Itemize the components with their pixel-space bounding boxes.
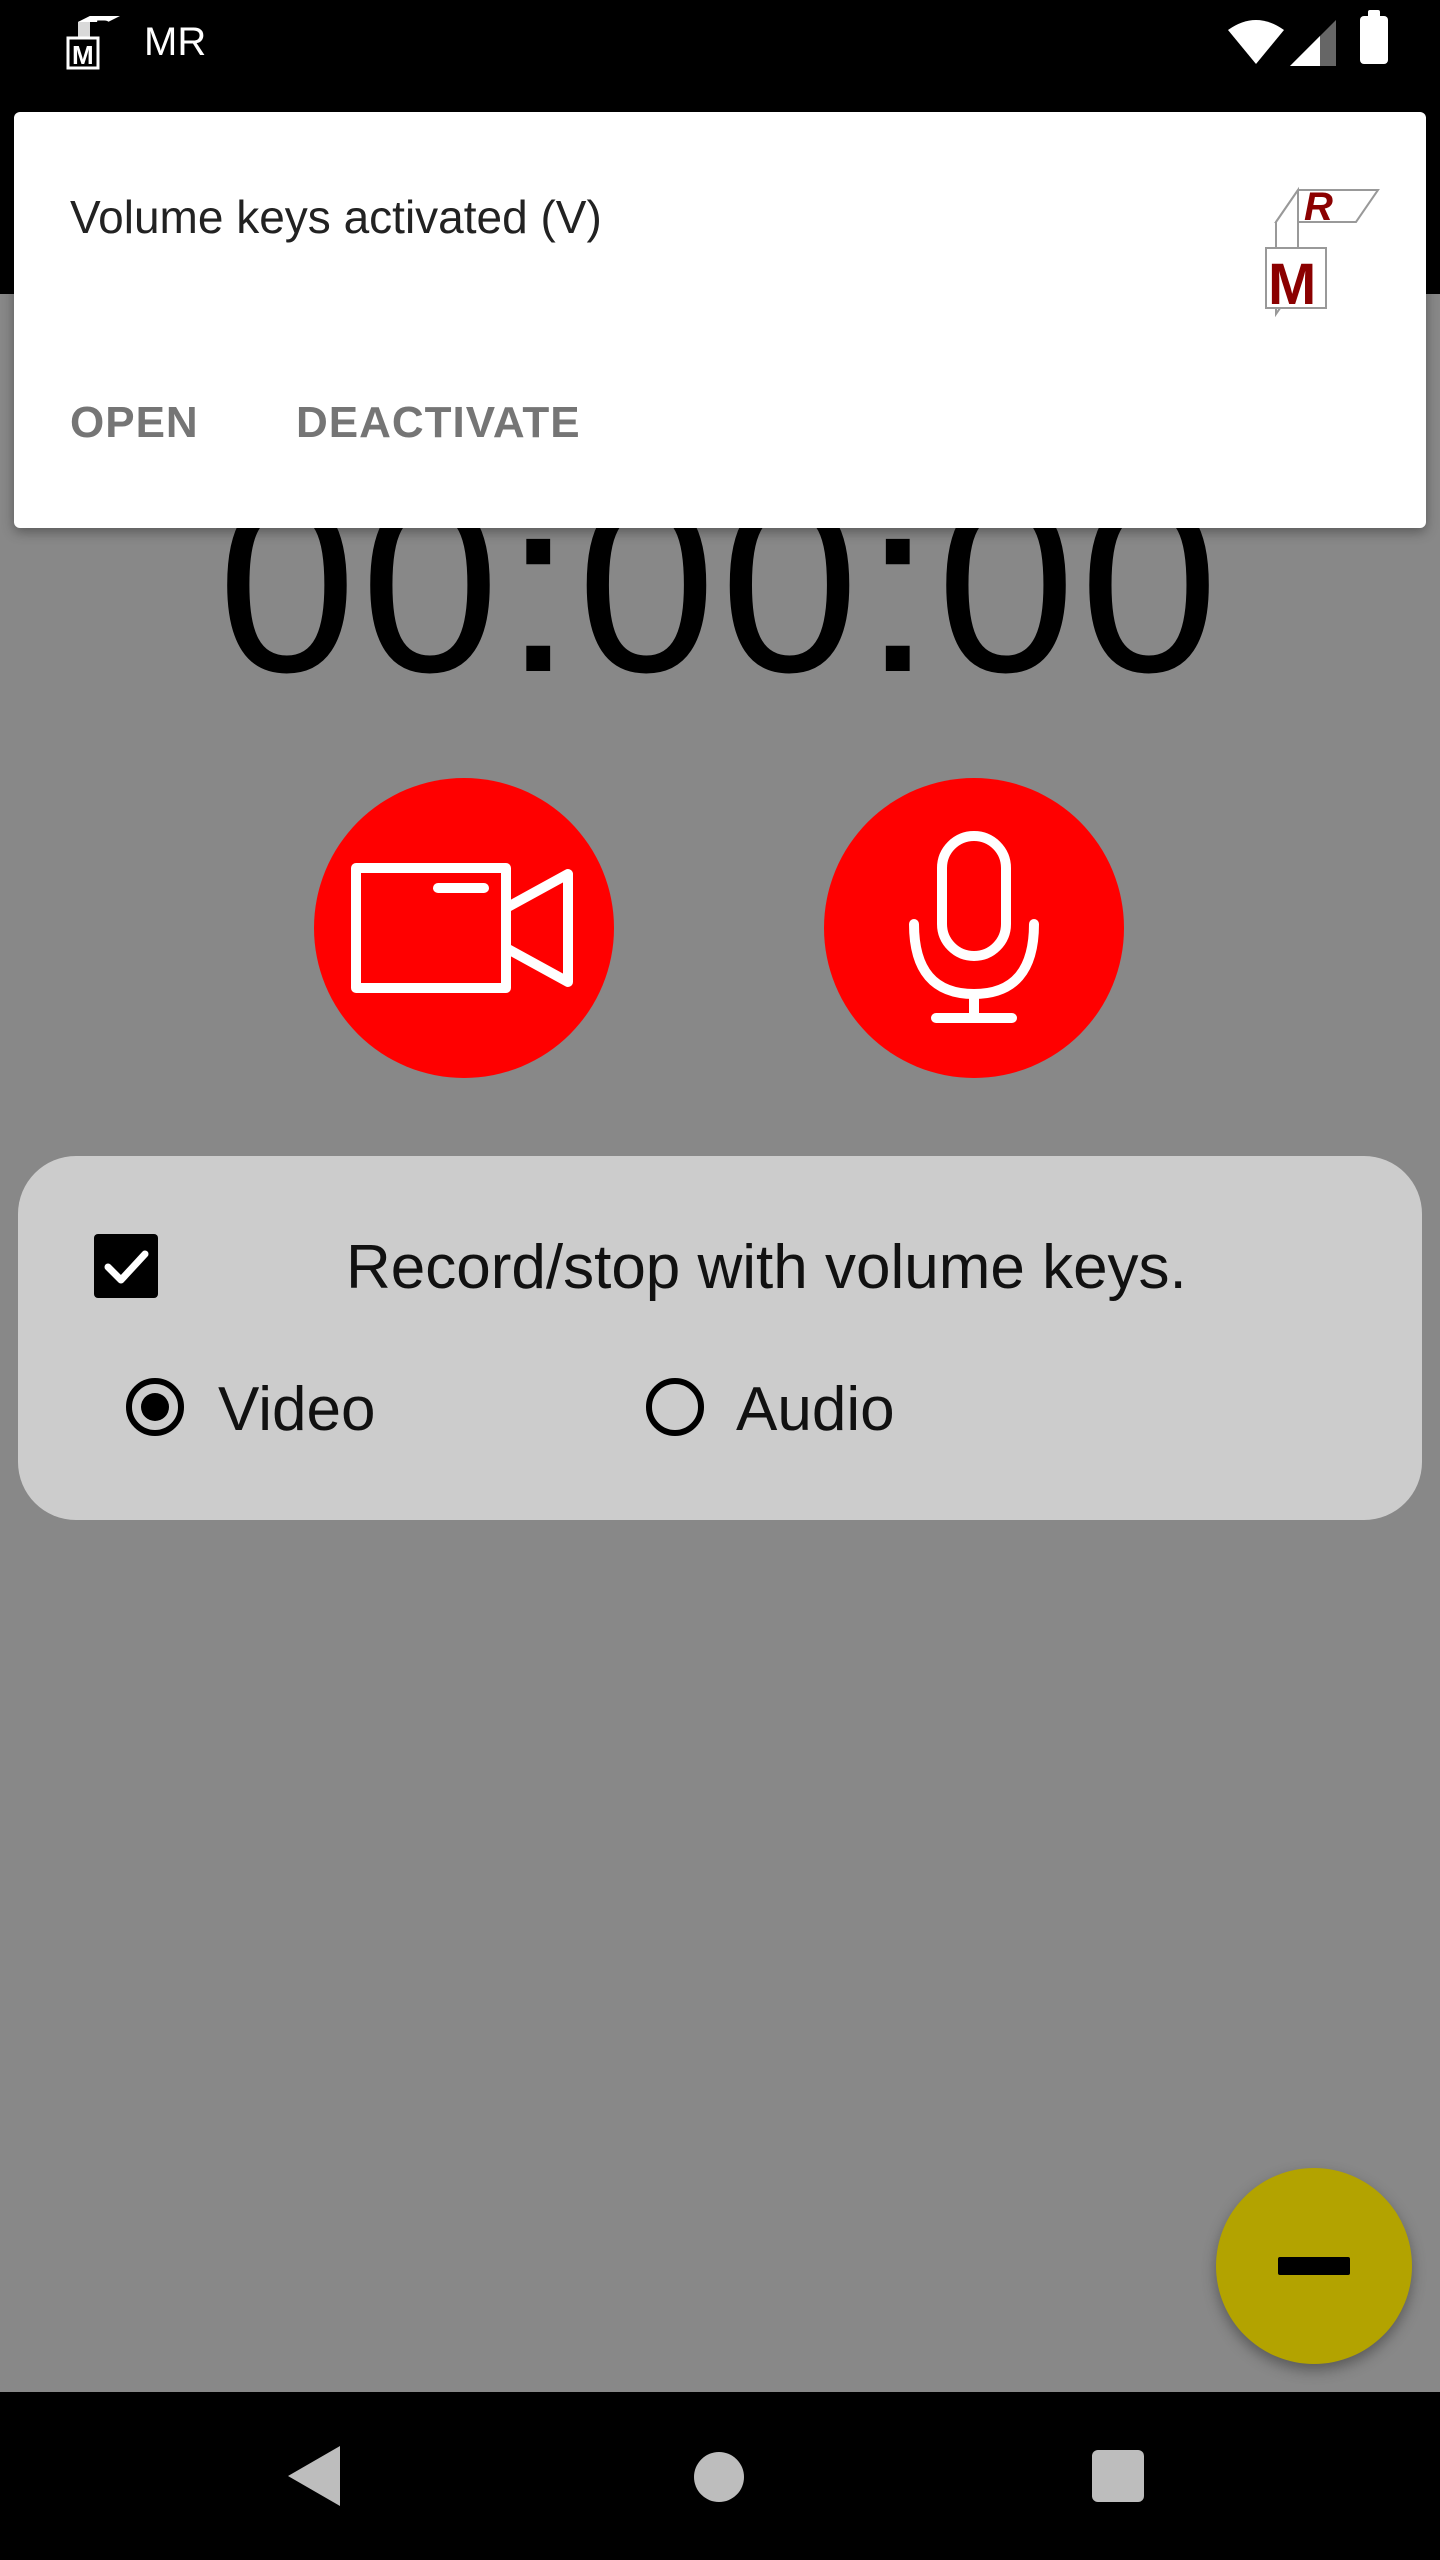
recents-icon[interactable] <box>1092 2450 1144 2502</box>
open-button[interactable]: OPEN <box>70 398 199 448</box>
notification-card[interactable]: Volume keys activated (V) R M OPEN DEACT… <box>14 112 1426 528</box>
back-icon[interactable] <box>288 2446 340 2506</box>
video-radio-label[interactable]: Video <box>218 1374 375 1445</box>
volume-keys-checkbox[interactable] <box>94 1234 158 1298</box>
notification-title: Volume keys activated (V) <box>70 191 602 243</box>
wifi-icon <box>1228 20 1284 64</box>
status-app-label: MR <box>144 20 207 64</box>
minimize-fab-button[interactable] <box>1216 2168 1412 2364</box>
cell-signal-icon <box>1290 20 1336 66</box>
minus-icon <box>1278 2257 1350 2275</box>
svg-text:R: R <box>1304 185 1333 229</box>
volume-keys-label: Record/stop with volume keys. <box>346 1233 1187 1302</box>
deactivate-button[interactable]: DEACTIVATE <box>296 398 581 448</box>
video-radio[interactable] <box>126 1378 184 1436</box>
audio-radio-label[interactable]: Audio <box>736 1374 895 1445</box>
volume-keys-panel: Record/stop with volume keys. Video Audi… <box>18 1156 1422 1520</box>
microphone-icon <box>909 831 1039 1023</box>
svg-text:R: R <box>94 16 110 41</box>
video-camera-icon <box>351 863 573 993</box>
mr-logo-icon: M R <box>66 16 120 70</box>
audio-radio[interactable] <box>646 1378 704 1436</box>
record-video-button[interactable] <box>314 778 614 1078</box>
battery-icon <box>1360 10 1388 64</box>
record-audio-button[interactable] <box>824 778 1124 1078</box>
svg-text:M: M <box>72 40 94 70</box>
home-icon[interactable] <box>694 2452 744 2502</box>
mr-logo-icon: R M <box>1265 185 1380 318</box>
status-bar: M R MR <box>0 0 1440 84</box>
svg-text:M: M <box>1268 252 1316 317</box>
